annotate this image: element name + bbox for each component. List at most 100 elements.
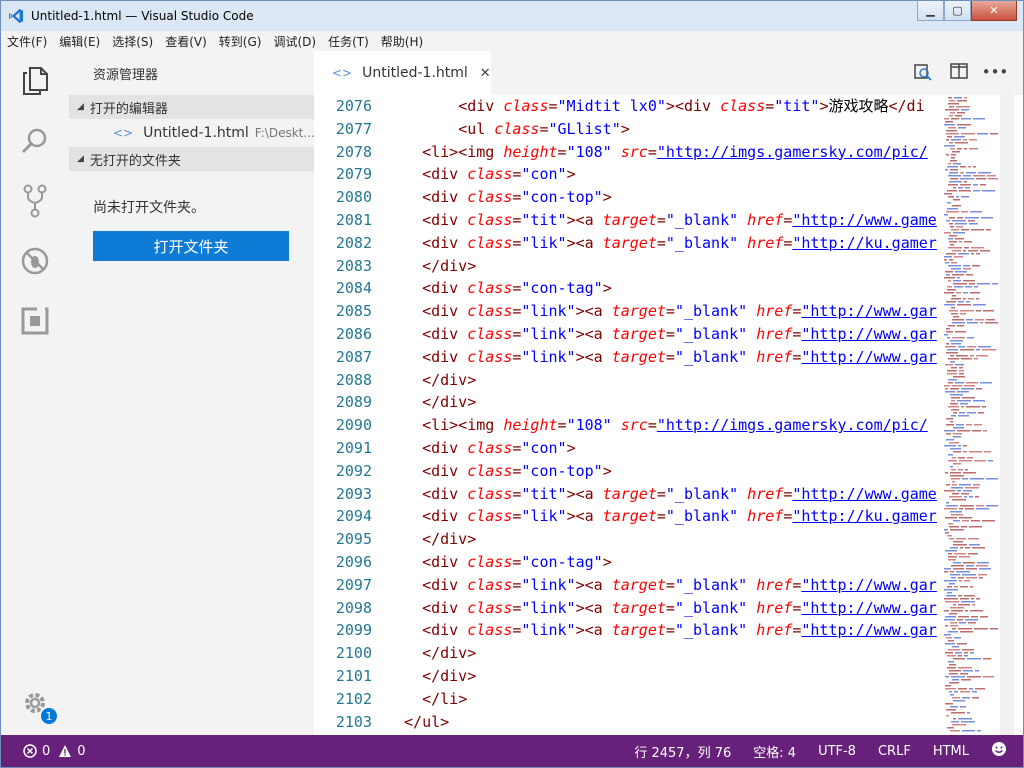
code-line[interactable]: 2101 </div>: [314, 665, 942, 688]
indentation-setting[interactable]: 空格: 4: [753, 742, 796, 761]
line-source: <div class="link"><a target="_blank" hre…: [404, 346, 937, 369]
minimap-stroke: [951, 712, 965, 714]
menu-view[interactable]: 查看(V): [165, 33, 207, 50]
code-line[interactable]: 2081 <div class="tit"><a target="_blank"…: [314, 209, 942, 232]
split-editor-button[interactable]: [941, 63, 977, 85]
minimap-stroke: [957, 124, 971, 126]
code-line[interactable]: 2090 <li><img height="108" src="http://i…: [314, 414, 942, 437]
problems-indicator[interactable]: 0 0: [23, 744, 86, 759]
minimap-stroke: [948, 382, 953, 384]
code-line[interactable]: 2094 <div class="lik"><a target="_blank"…: [314, 505, 942, 528]
no-folder-section[interactable]: ◢ 无打开的文件夹: [69, 147, 314, 171]
minimap-stroke: [950, 361, 955, 363]
minimap-stroke: [956, 571, 970, 573]
vertical-scrollbar[interactable]: [1000, 95, 1014, 735]
code-line[interactable]: 2087 <div class="link"><a target="_blank…: [314, 346, 942, 369]
menu-tasks[interactable]: 任务(T): [328, 33, 369, 50]
minimap[interactable]: [942, 95, 1000, 735]
code-token-at: class: [485, 119, 540, 138]
code-token-tag: a: [593, 324, 603, 343]
open-editor-item[interactable]: <> Untitled-1.html F:\Deskt...: [69, 119, 314, 147]
code-line[interactable]: 2100 </div>: [314, 642, 942, 665]
minimap-stroke: [966, 382, 978, 384]
language-mode[interactable]: HTML: [933, 744, 969, 759]
open-preview-button[interactable]: [905, 63, 941, 85]
minimap-stroke: [944, 529, 948, 531]
code-editor[interactable]: 2076 <div class="Midtit lx0"><div class=…: [314, 95, 942, 735]
minimap-stroke: [956, 292, 961, 294]
code-line[interactable]: 2099 <div class="link"><a target="_blank…: [314, 619, 942, 642]
code-line[interactable]: 2078 <li><img height="108" src="http://i…: [314, 141, 942, 164]
menu-goto[interactable]: 转到(G): [219, 33, 262, 50]
code-line[interactable]: 2089 </div>: [314, 391, 942, 414]
feedback-button[interactable]: [991, 741, 1007, 761]
code-line[interactable]: 2079 <div class="con">: [314, 163, 942, 186]
encoding-setting[interactable]: UTF-8: [818, 744, 856, 759]
code-line[interactable]: 2077 <ul class="GLlist">: [314, 118, 942, 141]
cursor-position[interactable]: 行 2457，列 76: [634, 742, 731, 761]
menu-debug[interactable]: 调试(D): [273, 33, 316, 50]
minimap-stroke: [946, 301, 956, 303]
line-number: 2100: [335, 644, 372, 663]
code-line[interactable]: 2084 <div class="con-tag">: [314, 277, 942, 300]
menu-edit[interactable]: 编辑(E): [59, 33, 100, 50]
code-token-val: "_blank": [665, 233, 739, 252]
code-line[interactable]: 2091 <div class="con">: [314, 437, 942, 460]
code-token-val: "con": [521, 438, 567, 457]
minimize-button[interactable]: ▁: [917, 1, 944, 21]
code-line[interactable]: 2076 <div class="Midtit lx0"><div class=…: [314, 95, 942, 118]
minimap-stroke: [954, 97, 962, 99]
code-token-tag: a: [584, 484, 594, 503]
search-button[interactable]: [1, 113, 69, 169]
code-line[interactable]: 2103 </ul>: [314, 711, 942, 734]
menu-help[interactable]: 帮助(H): [381, 33, 423, 50]
minimize-icon: ▁: [926, 4, 935, 17]
code-line[interactable]: 2085 <div class="link"><a target="_blank…: [314, 300, 942, 323]
code-line[interactable]: 2095 </div>: [314, 528, 942, 551]
minimap-stroke: [965, 187, 970, 189]
code-line[interactable]: 2086 <div class="link"><a target="_blank…: [314, 323, 942, 346]
open-editors-section[interactable]: ◢ 打开的编辑器: [69, 95, 314, 119]
eol-setting[interactable]: CRLF: [878, 744, 911, 759]
code-token-pun: =: [783, 484, 793, 503]
code-token-val: "_blank": [665, 210, 739, 229]
code-token-pun: >: [458, 689, 468, 708]
menu-selection[interactable]: 选择(S): [112, 33, 153, 50]
explorer-button[interactable]: [1, 53, 69, 109]
settings-update-badge: 1: [39, 706, 59, 726]
code-line[interactable]: 2080 <div class="con-top">: [314, 186, 942, 209]
debug-button[interactable]: [1, 233, 69, 289]
minimap-stroke: [959, 190, 971, 192]
settings-button[interactable]: [1, 675, 69, 731]
code-line[interactable]: 2083 </div>: [314, 255, 942, 278]
tab-untitled-1[interactable]: <> Untitled-1.html ✕: [314, 51, 491, 95]
more-actions-button[interactable]: •••: [977, 63, 1013, 85]
code-token-at: class: [458, 438, 513, 457]
code-token-pun: <: [422, 165, 432, 184]
code-token-pun: ><: [449, 416, 468, 435]
code-line[interactable]: 2088 </div>: [314, 369, 942, 392]
tab-close-icon[interactable]: ✕: [480, 66, 491, 81]
minimap-stroke: [950, 547, 958, 549]
code-line[interactable]: 2096 <div class="con-tag">: [314, 551, 942, 574]
close-window-button[interactable]: ✕: [971, 1, 1017, 21]
code-line[interactable]: 2092 <div class="con-top">: [314, 460, 942, 483]
line-number: 2097: [335, 575, 372, 594]
minimap-stroke: [953, 463, 961, 465]
smiley-icon: [992, 742, 1006, 756]
code-line[interactable]: 2093 <div class="tit"><a target="_blank"…: [314, 483, 942, 506]
code-line[interactable]: 2102 </li>: [314, 688, 942, 711]
maximize-button[interactable]: ▢: [944, 1, 971, 21]
code-line[interactable]: 2097 <div class="link"><a target="_blank…: [314, 574, 942, 597]
minimap-stroke: [965, 487, 979, 489]
ellipsis-icon: •••: [981, 63, 1009, 81]
menu-file[interactable]: 文件(F): [7, 33, 47, 50]
code-line[interactable]: 2082 <div class="lik"><a target="_blank"…: [314, 232, 942, 255]
extensions-button[interactable]: [1, 293, 69, 349]
code-token-val: "108": [566, 416, 612, 435]
source-control-button[interactable]: [1, 173, 69, 229]
code-token-lnk: "http://www.game: [792, 484, 937, 503]
minimap-stroke: [950, 394, 963, 396]
open-folder-button[interactable]: 打开文件夹: [93, 231, 289, 261]
code-line[interactable]: 2098 <div class="link"><a target="_blank…: [314, 597, 942, 620]
